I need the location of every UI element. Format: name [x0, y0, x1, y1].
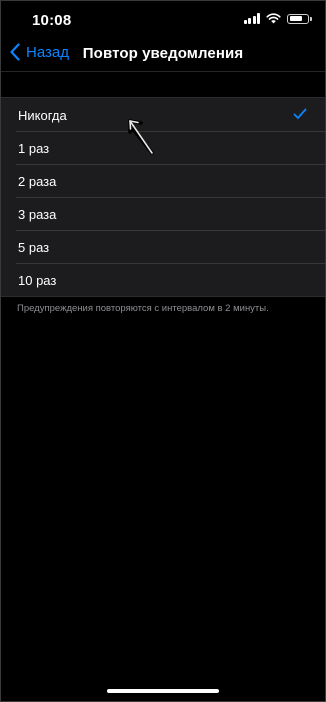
page-title: Повтор уведомления: [82, 45, 244, 62]
option-3-times[interactable]: 3 раза: [1, 197, 325, 230]
footer-note: Предупреждения повторяются с интервалом …: [17, 303, 269, 314]
status-icons: [243, 13, 312, 24]
pointer-arrow-icon: [128, 119, 154, 155]
option-label: 1 раз: [18, 141, 50, 156]
signal-icon: [243, 13, 260, 24]
option-label: 3 раза: [18, 207, 57, 222]
screen: 10:08 Назад Повтор уведомления Никогда 1…: [0, 0, 326, 702]
repeat-options-list: Никогда 1 раз 2 раза 3 раза 5 раз 10 раз: [1, 97, 325, 297]
option-label: 2 раза: [18, 174, 57, 189]
option-1-time[interactable]: 1 раз: [1, 131, 325, 164]
status-time: 10:08: [32, 12, 72, 29]
option-2-times[interactable]: 2 раза: [1, 164, 325, 197]
option-label: 5 раз: [18, 240, 50, 255]
home-indicator[interactable]: [107, 689, 219, 693]
status-bar: 10:08: [1, 1, 325, 39]
battery-icon: [287, 13, 312, 24]
option-5-times[interactable]: 5 раз: [1, 230, 325, 263]
option-label: 10 раз: [18, 273, 57, 288]
navigation-bar: Назад Повтор уведомления: [1, 37, 325, 72]
option-10-times[interactable]: 10 раз: [1, 263, 325, 296]
wifi-icon: [266, 13, 281, 24]
battery-level: [289, 16, 303, 21]
option-never[interactable]: Никогда: [1, 98, 325, 131]
checkmark-icon: [293, 108, 307, 119]
option-label: Никогда: [18, 108, 67, 123]
